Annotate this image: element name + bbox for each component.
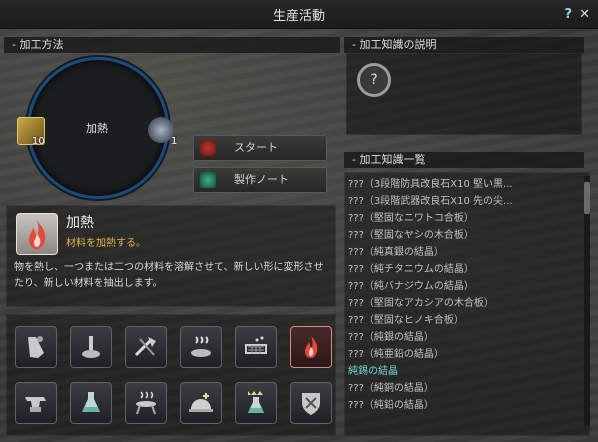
grill-icon[interactable]	[125, 382, 167, 424]
scrollbar-thumb[interactable]	[584, 182, 590, 214]
list-item[interactable]: ???（純バナジウムの結晶）	[348, 278, 580, 295]
list-item[interactable]: ???（堅固なニワトコ合板）	[348, 210, 580, 227]
knowledge-desc-header: - 加工知識の説明	[344, 37, 584, 53]
grinding-icon[interactable]	[70, 326, 112, 368]
guild-manufacture-icon[interactable]	[290, 382, 332, 424]
list-item[interactable]: ???（純チタニウムの結晶）	[348, 261, 580, 278]
list-item[interactable]: ???（堅固なヒノキ合板）	[348, 312, 580, 329]
list-item[interactable]: ???（3段階武器改良石X10 先の尖...	[348, 193, 580, 210]
chopping-icon[interactable]	[125, 326, 167, 368]
start-button[interactable]: スタート	[193, 135, 327, 161]
craft-note-button[interactable]: 製作ノート	[193, 167, 327, 193]
shaking-icon[interactable]	[15, 326, 57, 368]
left-item-count: 10	[32, 136, 45, 147]
process-section-header: - 加工方法	[4, 37, 340, 53]
help-icon[interactable]: ?	[564, 7, 572, 22]
filtering-icon[interactable]	[235, 326, 277, 368]
list-item[interactable]: ???（堅固なヤシの木合板）	[348, 227, 580, 244]
list-item[interactable]: ???（純銅の結晶）	[348, 380, 580, 397]
question-icon: ?	[357, 63, 391, 97]
close-icon[interactable]: ✕	[579, 7, 590, 22]
start-button-label: スタート	[234, 141, 278, 154]
recipe-description: 物を熱し、一つまたは二つの材料を溶解させて、新しい形に変形させたり、新しい材料を…	[14, 262, 324, 289]
heating-icon[interactable]	[290, 326, 332, 368]
note-icon	[200, 172, 216, 188]
list-item[interactable]: ???（堅固なアカシアの木合板）	[348, 295, 580, 312]
recipe-subtitle: 材料を加熱する。	[66, 238, 146, 249]
list-item[interactable]: ???（3段階防具改良石X10 堅い黒...	[348, 176, 580, 193]
simple-alchemy-icon[interactable]	[235, 382, 277, 424]
recipe-name: 加熱	[66, 215, 94, 231]
start-icon	[200, 140, 216, 156]
list-item[interactable]: ???（純亜鉛の結晶）	[348, 346, 580, 363]
right-item-count: 1	[171, 136, 178, 147]
craft-note-label: 製作ノート	[234, 173, 289, 186]
flame-icon	[16, 213, 58, 255]
list-item-active[interactable]: 純錫の結晶	[348, 363, 580, 380]
alchemy-icon[interactable]	[70, 382, 112, 424]
list-item[interactable]: ???（純鉛の結晶）	[348, 397, 580, 414]
knowledge-list-header: - 加工知識一覧	[344, 152, 584, 168]
window-title: 生産活動	[272, 9, 325, 24]
drying-icon[interactable]	[180, 326, 222, 368]
title-bar[interactable]: 生産活動 ? ✕	[0, 0, 598, 29]
list-scrollbar[interactable]	[584, 176, 590, 426]
list-item[interactable]: ???（純真銀の結晶）	[348, 244, 580, 261]
cooking-icon[interactable]	[180, 382, 222, 424]
ring-label: 加熱	[86, 122, 108, 135]
list-item[interactable]: ???（純銀の結晶）	[348, 329, 580, 346]
anvil-icon[interactable]	[15, 382, 57, 424]
